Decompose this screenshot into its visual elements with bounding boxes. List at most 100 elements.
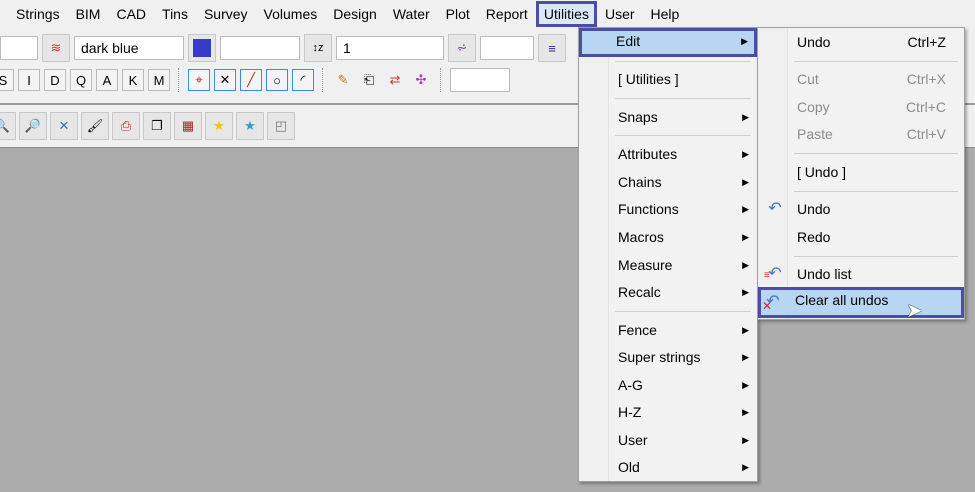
menu-item-paste[interactable]: Paste Ctrl+V [760, 121, 962, 147]
submenu-arrow-icon: ▶ [742, 112, 749, 122]
menu-item-undo-shortcut[interactable]: Undo Ctrl+Z [760, 29, 962, 55]
menu-survey[interactable]: Survey [196, 1, 256, 27]
weight-field[interactable]: 1 [336, 36, 444, 60]
menu-item-utilities-panel[interactable]: [ Utilities ] [581, 66, 755, 92]
menu-item-undo[interactable]: ↶ Undo [760, 196, 962, 222]
menu-help[interactable]: Help [643, 1, 688, 27]
mode-k-button[interactable]: K [122, 69, 144, 91]
menu-tins[interactable]: Tins [154, 1, 196, 27]
snap-point-icon[interactable]: ⌖ [188, 69, 210, 91]
menu-item-copy[interactable]: Copy Ctrl+C [760, 94, 962, 120]
zoom-icon[interactable]: 🔍 [0, 112, 16, 140]
menu-item-a-g[interactable]: A-G ▶ [581, 372, 755, 398]
linestyle-icon[interactable]: ⩫ [448, 34, 476, 62]
snap-line-icon[interactable]: ╱ [240, 69, 262, 91]
z-value-icon[interactable]: ↕z [304, 34, 332, 62]
menu-item-label: Redo [797, 229, 831, 245]
mode-m-button[interactable]: M [148, 69, 170, 91]
menu-item-label: Clear all undos [795, 292, 889, 308]
menu-item-recalc[interactable]: Recalc ▶ [581, 279, 755, 305]
menu-item-edit[interactable]: Edit ▶ [579, 28, 757, 57]
line-weight-icon[interactable]: ≡ [538, 34, 566, 62]
menu-separator [794, 61, 958, 62]
menu-item-undo-panel[interactable]: [ Undo ] [760, 159, 962, 185]
menu-separator [794, 256, 958, 257]
menu-bim[interactable]: BIM [68, 1, 109, 27]
page-string-icon[interactable]: ⎗ [358, 69, 380, 91]
menu-item-super-strings[interactable]: Super strings ▶ [581, 344, 755, 370]
linestyle-field[interactable] [480, 36, 534, 60]
pencil-string-icon[interactable]: ✎ [332, 69, 354, 91]
menu-water[interactable]: Water [385, 1, 438, 27]
submenu-arrow-icon: ▶ [742, 232, 749, 242]
menu-item-redo[interactable]: Redo [760, 224, 962, 250]
menu-plot[interactable]: Plot [438, 1, 478, 27]
menu-item-functions[interactable]: Functions ▶ [581, 196, 755, 222]
snap-intersect-icon[interactable]: ✕ [214, 69, 236, 91]
mode-d-button[interactable]: D [44, 69, 66, 91]
toolbar-separator [440, 68, 442, 92]
submenu-arrow-icon: ▶ [741, 36, 748, 46]
menu-item-macros[interactable]: Macros ▶ [581, 224, 755, 250]
string-swap-icon[interactable]: ⇄ [384, 69, 406, 91]
star-yellow-icon[interactable]: ★ [205, 112, 233, 140]
style-field[interactable] [220, 36, 300, 60]
snap-circle-icon[interactable]: ○ [266, 69, 288, 91]
print-icon[interactable]: ⎙ [112, 112, 140, 140]
grid-icon[interactable]: ▦ [174, 112, 202, 140]
zoom-in-icon[interactable]: 🔎 [19, 112, 47, 140]
string-tools-icon[interactable]: ✣ [410, 69, 432, 91]
mode-i-button[interactable]: I [18, 69, 40, 91]
mode-a-button[interactable]: A [96, 69, 118, 91]
toolbar-field[interactable] [450, 68, 510, 92]
menu-item-fence[interactable]: Fence ▶ [581, 317, 755, 343]
menu-user[interactable]: User [597, 1, 643, 27]
menu-separator [615, 98, 751, 99]
star-blue-icon[interactable]: ★ [236, 112, 264, 140]
menu-item-clear-all-undos[interactable]: ↶ ✕ Clear all undos [758, 287, 964, 318]
menu-design[interactable]: Design [325, 1, 385, 27]
menu-separator [615, 135, 751, 136]
menu-item-attributes[interactable]: Attributes ▶ [581, 141, 755, 167]
submenu-arrow-icon: ▶ [742, 407, 749, 417]
submenu-arrow-icon: ▶ [742, 380, 749, 390]
menu-item-label: User [618, 432, 648, 448]
menu-item-label: [ Undo ] [797, 164, 847, 180]
colour-swatch-button[interactable] [188, 34, 216, 62]
menu-item-label: Fence [618, 322, 657, 338]
menu-bar: Strings BIM CAD Tins Survey Volumes Desi… [8, 0, 687, 28]
menu-volumes[interactable]: Volumes [256, 1, 326, 27]
submenu-arrow-icon: ▶ [742, 287, 749, 297]
layers-icon[interactable]: ≋ [42, 34, 70, 62]
windows-icon[interactable]: ❐ [143, 112, 171, 140]
menu-item-user[interactable]: User ▶ [581, 427, 755, 453]
menu-item-chains[interactable]: Chains ▶ [581, 169, 755, 195]
layer-field[interactable] [0, 36, 38, 60]
layout-icon[interactable]: ◰ [267, 112, 295, 140]
menu-strings[interactable]: Strings [8, 1, 68, 27]
mode-q-button[interactable]: Q [70, 69, 92, 91]
undo-icon: ↶ [768, 200, 782, 217]
menu-item-h-z[interactable]: H-Z ▶ [581, 399, 755, 425]
menu-item-label: Undo [797, 201, 831, 217]
menu-report[interactable]: Report [478, 1, 536, 27]
menu-item-cut[interactable]: Cut Ctrl+X [760, 66, 962, 92]
delete-strings-icon[interactable]: ✕ [50, 112, 78, 140]
submenu-arrow-icon: ▶ [742, 325, 749, 335]
menu-utilities[interactable]: Utilities [535, 1, 597, 27]
submenu-arrow-icon: ▶ [742, 462, 749, 472]
menu-item-snaps[interactable]: Snaps ▶ [581, 104, 755, 130]
colour-field[interactable]: dark blue [74, 36, 184, 60]
menu-separator [794, 191, 958, 192]
menu-item-measure[interactable]: Measure ▶ [581, 252, 755, 278]
submenu-arrow-icon: ▶ [742, 260, 749, 270]
shortcut-label: Ctrl+C [905, 99, 946, 115]
menu-item-old[interactable]: Old ▶ [581, 454, 755, 480]
menu-item-undo-list[interactable]: ↶ ≡ Undo list [760, 261, 962, 287]
brush-icon[interactable]: 🖌 [81, 112, 109, 140]
menu-cad[interactable]: CAD [108, 1, 154, 27]
submenu-arrow-icon: ▶ [742, 204, 749, 214]
snap-arc-icon[interactable]: ◜ [292, 69, 314, 91]
menu-item-label: Edit [616, 33, 641, 49]
mode-s-button[interactable]: S [0, 69, 14, 91]
